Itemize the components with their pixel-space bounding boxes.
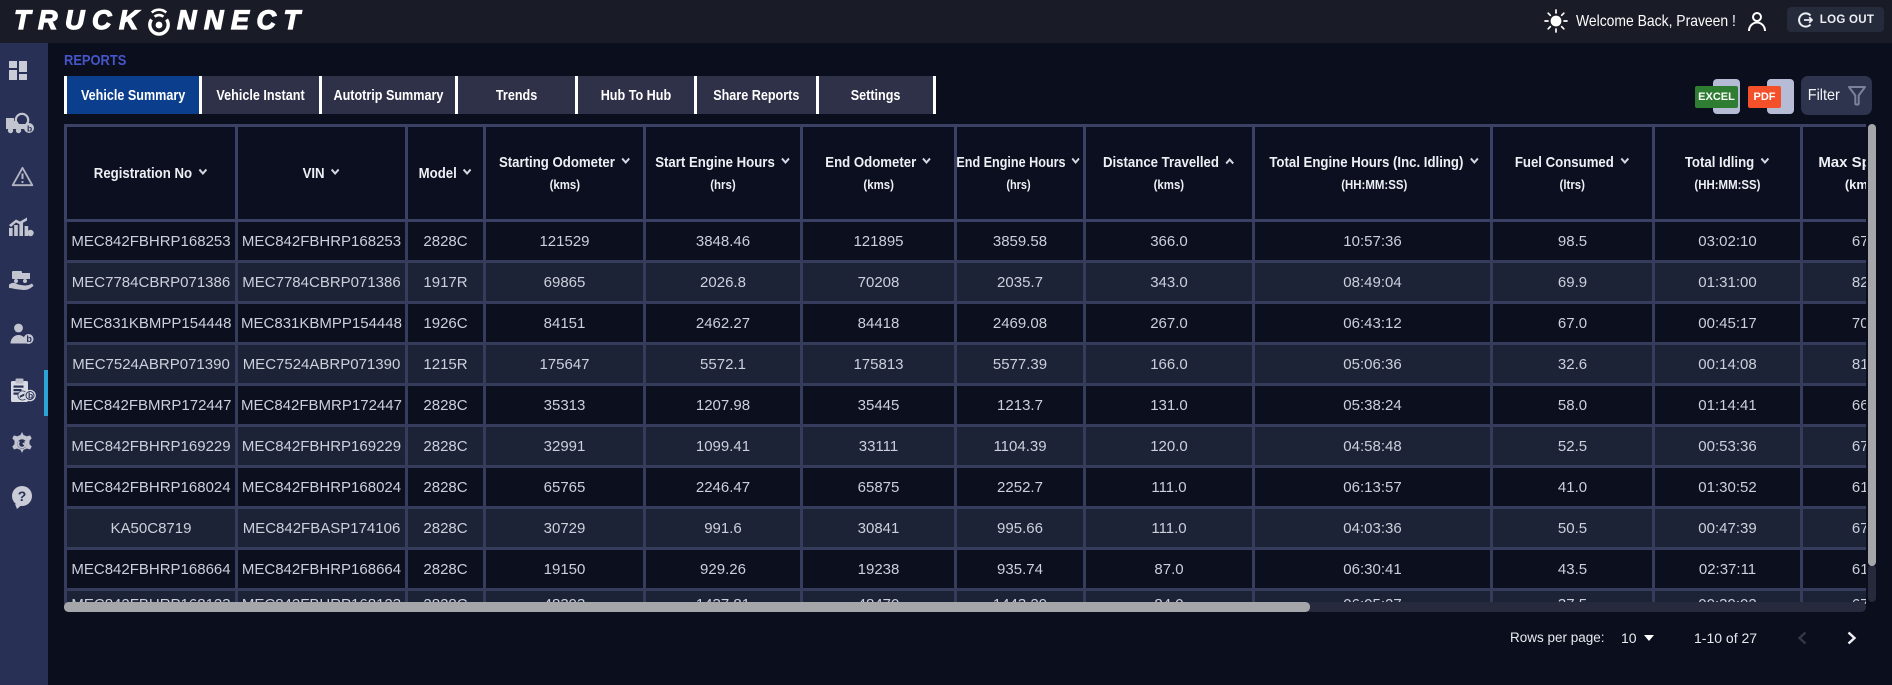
- svg-text:?: ?: [18, 488, 27, 504]
- svg-text:b: b: [27, 123, 32, 133]
- svg-text:b: b: [28, 391, 33, 401]
- svg-text:b: b: [26, 334, 32, 344]
